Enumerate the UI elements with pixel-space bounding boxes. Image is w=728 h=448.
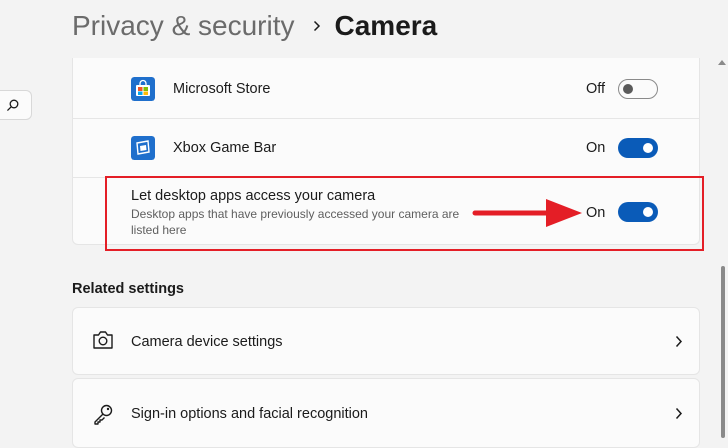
toggle-state-label: On: [586, 140, 606, 156]
divider: [72, 118, 700, 119]
search-button[interactable]: [0, 90, 32, 120]
setting-label: Camera device settings: [131, 334, 283, 350]
app-name: Xbox Game Bar: [173, 140, 277, 156]
app-name: Microsoft Store: [173, 81, 271, 97]
page-title: Camera: [334, 10, 438, 41]
camera-icon: [93, 331, 113, 349]
annotation-highlight-box: [105, 176, 704, 251]
annotation-arrow-icon: [472, 199, 582, 227]
chevron-right-icon: [675, 335, 683, 348]
key-icon: [94, 404, 113, 425]
breadcrumb-chevron-icon: [313, 20, 321, 32]
setting-label: Sign-in options and facial recognition: [131, 406, 368, 422]
toggle-state-label: Off: [586, 81, 606, 97]
xbox-game-bar-camera-toggle[interactable]: [618, 138, 658, 158]
xbox-game-bar-icon: [131, 136, 155, 160]
scrollbar-thumb[interactable]: [721, 266, 725, 438]
chevron-right-icon: [675, 407, 683, 420]
breadcrumb: Privacy & security Camera: [72, 6, 437, 46]
related-settings-heading: Related settings: [72, 281, 184, 297]
scroll-up-icon[interactable]: [718, 60, 726, 65]
microsoft-store-icon: [131, 77, 155, 101]
search-icon: [7, 99, 19, 111]
microsoft-store-camera-toggle[interactable]: [618, 79, 658, 99]
breadcrumb-parent[interactable]: Privacy & security: [72, 10, 295, 42]
camera-device-settings-link[interactable]: Camera device settings: [72, 307, 700, 375]
